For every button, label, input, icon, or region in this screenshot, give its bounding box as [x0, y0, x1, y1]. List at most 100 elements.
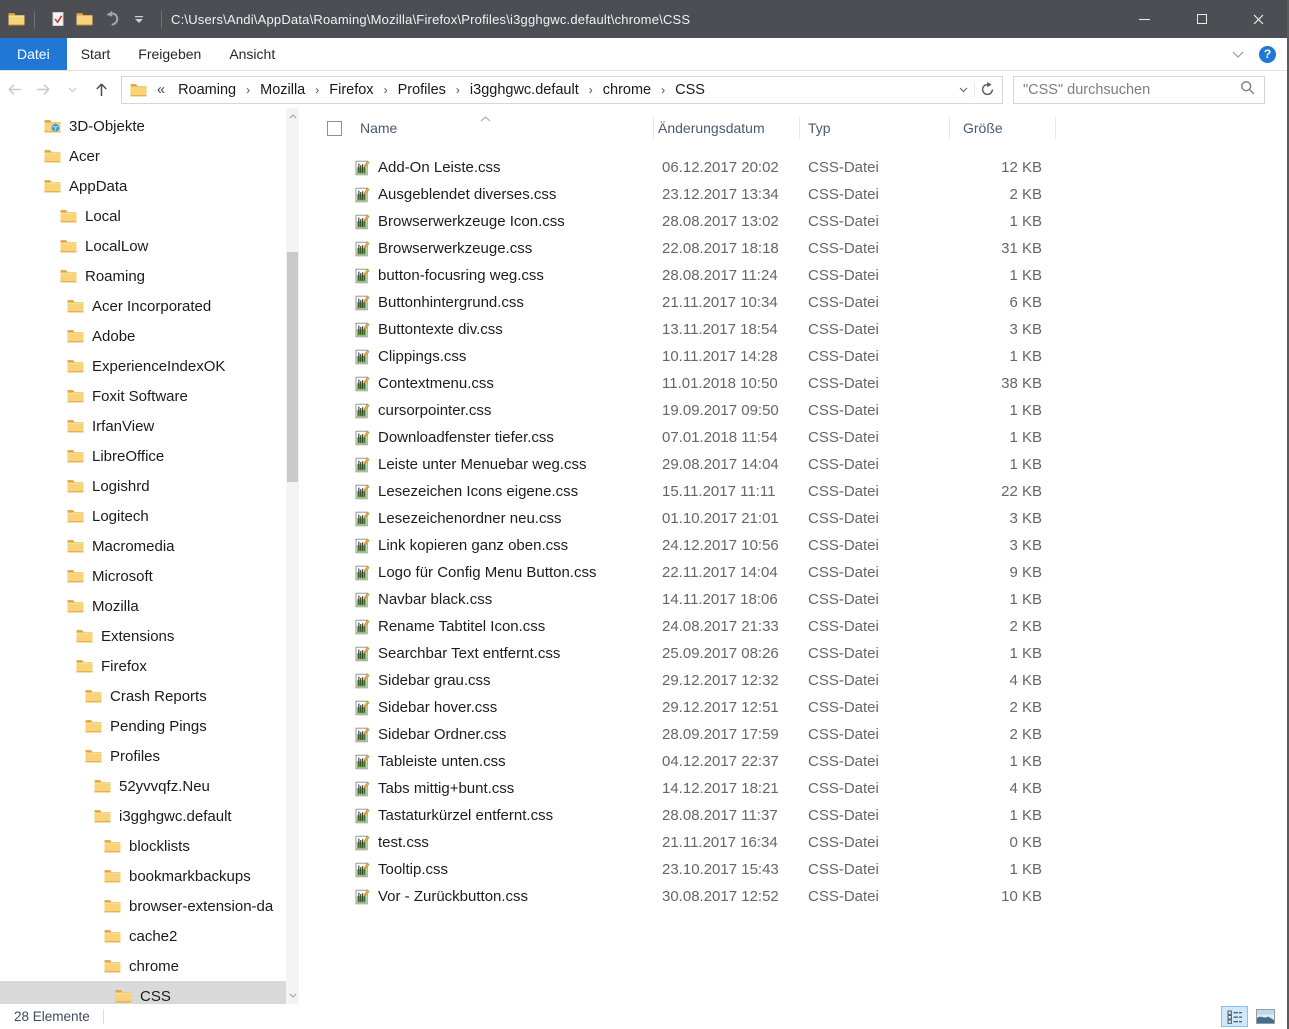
file-row-tableiste-unten-css[interactable]: Tableiste unten.css04.12.2017 22:37CSS-D…: [320, 748, 1287, 775]
up-button[interactable]: [87, 81, 116, 98]
file-row-tastaturk-rzel-entfernt-css[interactable]: Tastaturkürzel entfernt.css28.08.2017 11…: [320, 802, 1287, 829]
breadcrumb-item-roaming[interactable]: Roaming: [169, 82, 245, 98]
close-button[interactable]: [1230, 0, 1287, 38]
tree-item-mozilla[interactable]: Mozilla: [0, 591, 288, 621]
tree-item-blocklists[interactable]: blocklists: [0, 831, 288, 861]
tree-item-bookmarkbackups[interactable]: bookmarkbackups: [0, 861, 288, 891]
tree-item-experienceindexok[interactable]: ExperienceIndexOK: [0, 351, 288, 381]
address-bar[interactable]: « Roaming›Mozilla›Firefox›Profiles›i3ggh…: [121, 76, 1003, 104]
tree-item-chrome[interactable]: chrome: [0, 951, 288, 981]
tree-item-acer-incorporated[interactable]: Acer Incorporated: [0, 291, 288, 321]
scrollbar-up-arrow-icon[interactable]: [286, 109, 299, 124]
file-row-searchbar-text-entfernt-css[interactable]: Searchbar Text entfernt.css25.09.2017 08…: [320, 640, 1287, 667]
tree-item-libreoffice[interactable]: LibreOffice: [0, 441, 288, 471]
file-row-leiste-unter-menuebar-weg-css[interactable]: Leiste unter Menuebar weg.css29.08.2017 …: [320, 451, 1287, 478]
sidebar-scrollbar[interactable]: [286, 108, 299, 1004]
column-header-modified[interactable]: Änderungsdatum: [654, 117, 800, 139]
tree-item-i3gghgwc-default[interactable]: i3gghgwc.default: [0, 801, 288, 831]
file-row-logo-f-r-config-menu-button-css[interactable]: Logo für Config Menu Button.css22.11.201…: [320, 559, 1287, 586]
recent-locations-chevron-icon[interactable]: [58, 87, 87, 93]
tab-freigeben[interactable]: Freigeben: [124, 38, 215, 70]
tree-item-3d-objekte[interactable]: 3D-Objekte: [0, 111, 288, 141]
search-input[interactable]: "CSS" durchsuchen: [1023, 82, 1240, 98]
tree-item-macromedia[interactable]: Macromedia: [0, 531, 288, 561]
tree-item-adobe[interactable]: Adobe: [0, 321, 288, 351]
column-header-size[interactable]: Größe: [950, 117, 1056, 139]
breadcrumb-item-firefox[interactable]: Firefox: [320, 82, 382, 98]
tree-item-locallow[interactable]: LocalLow: [0, 231, 288, 261]
minimize-button[interactable]: [1116, 0, 1173, 38]
tree-item-irfanview[interactable]: IrfanView: [0, 411, 288, 441]
breadcrumb-collapsed-marker[interactable]: «: [157, 82, 165, 98]
tree-item-appdata[interactable]: AppData: [0, 171, 288, 201]
tab-start[interactable]: Start: [67, 38, 125, 70]
tree-item-crash-reports[interactable]: Crash Reports: [0, 681, 288, 711]
tree-item-css[interactable]: CSS: [0, 981, 288, 1004]
breadcrumb-item-mozilla[interactable]: Mozilla: [251, 82, 314, 98]
file-row-link-kopieren-ganz-oben-css[interactable]: Link kopieren ganz oben.css24.12.2017 10…: [320, 532, 1287, 559]
tree-item-logitech[interactable]: Logitech: [0, 501, 288, 531]
tree-item-roaming[interactable]: Roaming: [0, 261, 288, 291]
breadcrumb-item-profiles[interactable]: Profiles: [389, 82, 455, 98]
file-row-lesezeichenordner-neu-css[interactable]: Lesezeichenordner neu.css01.10.2017 21:0…: [320, 505, 1287, 532]
tree-item-local[interactable]: Local: [0, 201, 288, 231]
file-row-buttonhintergrund-css[interactable]: Buttonhintergrund.css21.11.2017 10:34CSS…: [320, 289, 1287, 316]
file-row-browserwerkzeuge-css[interactable]: Browserwerkzeuge.css22.08.2017 18:18CSS-…: [320, 235, 1287, 262]
file-row-lesezeichen-icons-eigene-css[interactable]: Lesezeichen Icons eigene.css15.11.2017 1…: [320, 478, 1287, 505]
file-row-sidebar-ordner-css[interactable]: Sidebar Ordner.css28.09.2017 17:59CSS-Da…: [320, 721, 1287, 748]
tree-item-microsoft[interactable]: Microsoft: [0, 561, 288, 591]
tree-item-52yvvqfz-neu[interactable]: 52yvvqfz.Neu: [0, 771, 288, 801]
breadcrumb-item-chrome[interactable]: chrome: [594, 82, 660, 98]
file-row-cursorpointer-css[interactable]: cursorpointer.css19.09.2017 09:50CSS-Dat…: [320, 397, 1287, 424]
file-row-tabs-mittig-bunt-css[interactable]: Tabs mittig+bunt.css14.12.2017 18:21CSS-…: [320, 775, 1287, 802]
file-row-vor-zur-ckbutton-css[interactable]: Vor - Zurückbutton.css30.08.2017 12:52CS…: [320, 883, 1287, 910]
address-dropdown-chevron-icon[interactable]: [952, 87, 974, 93]
back-button[interactable]: [0, 82, 29, 97]
breadcrumb-item-i3gghgwc-default[interactable]: i3gghgwc.default: [461, 82, 588, 98]
file-row-contextmenu-css[interactable]: Contextmenu.css11.01.2018 10:50CSS-Datei…: [320, 370, 1287, 397]
css-file-icon: [354, 295, 370, 311]
select-all-checkbox[interactable]: [327, 121, 342, 136]
tab-datei[interactable]: Datei: [0, 38, 67, 70]
scrollbar-down-arrow-icon[interactable]: [286, 988, 299, 1003]
scrollbar-thumb[interactable]: [287, 252, 298, 482]
search-box[interactable]: "CSS" durchsuchen: [1013, 76, 1265, 104]
tree-item-firefox[interactable]: Firefox: [0, 651, 288, 681]
help-icon[interactable]: ?: [1259, 46, 1276, 63]
tree-item-browser-extension-da[interactable]: browser-extension-da: [0, 891, 288, 921]
tab-ansicht[interactable]: Ansicht: [215, 38, 289, 70]
tree-item-extensions[interactable]: Extensions: [0, 621, 288, 651]
file-row-sidebar-hover-css[interactable]: Sidebar hover.css29.12.2017 12:51CSS-Dat…: [320, 694, 1287, 721]
tree-item-profiles[interactable]: Profiles: [0, 741, 288, 771]
file-row-tooltip-css[interactable]: Tooltip.css23.10.2017 15:43CSS-Datei1 KB: [320, 856, 1287, 883]
file-row-downloadfenster-tiefer-css[interactable]: Downloadfenster tiefer.css07.01.2018 11:…: [320, 424, 1287, 451]
file-row-add-on-leiste-css[interactable]: Add-On Leiste.css06.12.2017 20:02CSS-Dat…: [320, 154, 1287, 181]
tree-item-foxit-software[interactable]: Foxit Software: [0, 381, 288, 411]
qat-undo-icon[interactable]: [98, 4, 125, 34]
file-row-ausgeblendet-diverses-css[interactable]: Ausgeblendet diverses.css23.12.2017 13:3…: [320, 181, 1287, 208]
qat-customize-chevron-icon[interactable]: [125, 4, 152, 34]
file-row-buttontexte-div-css[interactable]: Buttontexte div.css13.11.2017 18:54CSS-D…: [320, 316, 1287, 343]
file-row-browserwerkzeuge-icon-css[interactable]: Browserwerkzeuge Icon.css28.08.2017 13:0…: [320, 208, 1287, 235]
file-row-clippings-css[interactable]: Clippings.css10.11.2017 14:28CSS-Datei1 …: [320, 343, 1287, 370]
details-view-button[interactable]: [1221, 1006, 1248, 1027]
file-row-button-focusring-weg-css[interactable]: button-focusring weg.css28.08.2017 11:24…: [320, 262, 1287, 289]
thumbnails-view-button[interactable]: [1252, 1006, 1279, 1027]
ribbon-expand-chevron-icon[interactable]: [1232, 45, 1244, 63]
file-row-sidebar-grau-css[interactable]: Sidebar grau.css29.12.2017 12:32CSS-Date…: [320, 667, 1287, 694]
tree-item-pending-pings[interactable]: Pending Pings: [0, 711, 288, 741]
qat-new-folder-icon[interactable]: [71, 4, 98, 34]
file-row-navbar-black-css[interactable]: Navbar black.css14.11.2017 18:06CSS-Date…: [320, 586, 1287, 613]
tree-item-cache2[interactable]: cache2: [0, 921, 288, 951]
tree-item-acer[interactable]: Acer: [0, 141, 288, 171]
column-header-type[interactable]: Typ: [800, 117, 950, 139]
forward-button[interactable]: [29, 82, 58, 97]
file-row-test-css[interactable]: test.css21.11.2017 16:34CSS-Datei0 KB: [320, 829, 1287, 856]
search-icon[interactable]: [1240, 80, 1255, 100]
maximize-button[interactable]: [1173, 0, 1230, 38]
tree-item-logishrd[interactable]: Logishrd: [0, 471, 288, 501]
refresh-icon[interactable]: [974, 82, 1000, 97]
breadcrumb-item-css[interactable]: CSS: [666, 82, 714, 98]
qat-properties-icon[interactable]: [44, 4, 71, 34]
file-row-rename-tabtitel-icon-css[interactable]: Rename Tabtitel Icon.css24.08.2017 21:33…: [320, 613, 1287, 640]
